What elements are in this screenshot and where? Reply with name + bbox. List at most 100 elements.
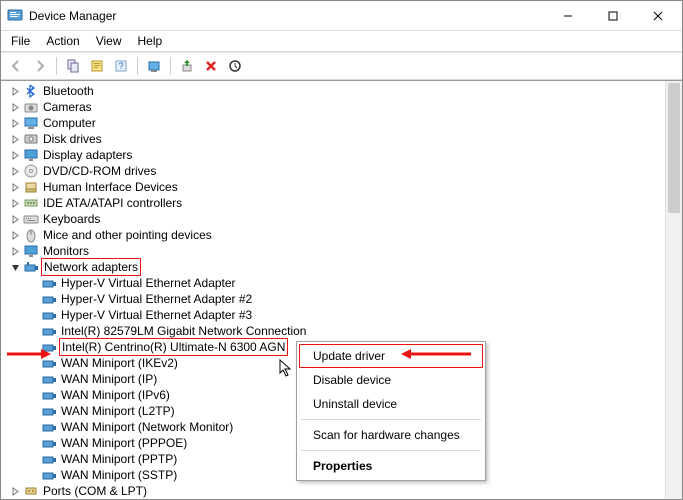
toolbar: ?	[1, 52, 682, 80]
expand-icon[interactable]	[9, 149, 21, 161]
menu-scan-hardware[interactable]: Scan for hardware changes	[299, 423, 483, 447]
ide-icon	[23, 195, 39, 211]
forward-button[interactable]	[29, 55, 51, 77]
network-adapter-icon	[41, 403, 57, 419]
tree-item-adapter[interactable]: Hyper-V Virtual Ethernet Adapter #3	[3, 307, 682, 323]
titlebar: Device Manager	[1, 1, 682, 31]
expand-icon[interactable]	[9, 485, 21, 497]
tree-label: Intel(R) 82579LM Gigabit Network Connect…	[59, 323, 306, 339]
expand-icon[interactable]	[9, 133, 21, 145]
tree-label: Ports (COM & LPT)	[41, 483, 147, 499]
network-adapter-icon	[41, 435, 57, 451]
tree-item-computer[interactable]: Computer	[3, 115, 682, 131]
menu-properties[interactable]: Properties	[299, 454, 483, 478]
tree-label: WAN Miniport (IP)	[59, 371, 157, 387]
tree-item-network-adapters[interactable]: Network adapters	[3, 259, 682, 275]
tree-item-adapter[interactable]: Intel(R) 82579LM Gigabit Network Connect…	[3, 323, 682, 339]
tree-item-mice[interactable]: Mice and other pointing devices	[3, 227, 682, 243]
tree-item-dvd[interactable]: DVD/CD-ROM drives	[3, 163, 682, 179]
properties-button[interactable]	[143, 55, 165, 77]
tree-item-hid[interactable]: Human Interface Devices	[3, 179, 682, 195]
bluetooth-icon	[23, 83, 39, 99]
port-icon	[23, 483, 39, 499]
network-adapter-icon	[41, 355, 57, 371]
expand-icon[interactable]	[9, 181, 21, 193]
tree-label: Mice and other pointing devices	[41, 227, 212, 243]
network-adapter-icon	[41, 371, 57, 387]
dvd-icon	[23, 163, 39, 179]
maximize-button[interactable]	[590, 2, 635, 30]
expand-icon[interactable]	[9, 117, 21, 129]
monitor-icon	[23, 243, 39, 259]
back-button[interactable]	[5, 55, 27, 77]
update-driver-button[interactable]	[176, 55, 198, 77]
tree-item-keyboards[interactable]: Keyboards	[3, 211, 682, 227]
tree-item-bluetooth[interactable]: Bluetooth	[3, 83, 682, 99]
network-adapter-icon	[41, 451, 57, 467]
tree-label: Hyper-V Virtual Ethernet Adapter	[59, 275, 236, 291]
network-adapter-icon	[41, 467, 57, 483]
tree-label: WAN Miniport (PPTP)	[59, 451, 177, 467]
menu-help[interactable]: Help	[130, 32, 171, 50]
network-adapter-icon	[41, 323, 57, 339]
tree-label: Keyboards	[41, 211, 100, 227]
tree-label: Human Interface Devices	[41, 179, 178, 195]
menu-file[interactable]: File	[3, 32, 38, 50]
tree-label: Hyper-V Virtual Ethernet Adapter #2	[59, 291, 252, 307]
tree-label: Cameras	[41, 99, 92, 115]
tree-item-display[interactable]: Display adapters	[3, 147, 682, 163]
menu-action[interactable]: Action	[38, 32, 87, 50]
tree-label: Computer	[41, 115, 96, 131]
network-adapter-icon	[41, 339, 57, 355]
menu-disable-device[interactable]: Disable device	[299, 368, 483, 392]
hid-icon	[23, 179, 39, 195]
menu-view[interactable]: View	[88, 32, 130, 50]
mouse-icon	[23, 227, 39, 243]
expand-icon[interactable]	[9, 245, 21, 257]
expand-icon[interactable]	[9, 101, 21, 113]
show-hidden-button[interactable]	[62, 55, 84, 77]
scrollbar-thumb[interactable]	[668, 83, 680, 213]
network-adapter-icon	[41, 275, 57, 291]
vertical-scrollbar[interactable]	[665, 81, 682, 499]
close-button[interactable]	[635, 2, 680, 30]
tree-label: DVD/CD-ROM drives	[41, 163, 156, 179]
uninstall-button[interactable]	[200, 55, 222, 77]
tree-label: Intel(R) Centrino(R) Ultimate-N 6300 AGN	[59, 338, 288, 356]
network-adapter-icon	[23, 259, 39, 275]
expand-icon[interactable]	[9, 85, 21, 97]
tree-label: IDE ATA/ATAPI controllers	[41, 195, 182, 211]
expand-icon[interactable]	[9, 229, 21, 241]
collapse-icon[interactable]	[9, 261, 21, 273]
expand-icon[interactable]	[9, 197, 21, 209]
network-adapter-icon	[41, 387, 57, 403]
tree-label: Disk drives	[41, 131, 102, 147]
tree-item-ports[interactable]: Ports (COM & LPT)	[3, 483, 682, 499]
menu-separator	[301, 450, 481, 451]
tree-label: Display adapters	[41, 147, 132, 163]
display-icon	[23, 147, 39, 163]
app-icon	[7, 8, 23, 24]
tree-label: Bluetooth	[41, 83, 94, 99]
scan-hardware-button[interactable]	[224, 55, 246, 77]
menu-uninstall-device[interactable]: Uninstall device	[299, 392, 483, 416]
tree-item-disk[interactable]: Disk drives	[3, 131, 682, 147]
action-icon-button[interactable]	[86, 55, 108, 77]
tree-label: WAN Miniport (SSTP)	[59, 467, 177, 483]
tree-item-adapter[interactable]: Hyper-V Virtual Ethernet Adapter #2	[3, 291, 682, 307]
tree-item-cameras[interactable]: Cameras	[3, 99, 682, 115]
tree-item-adapter[interactable]: Hyper-V Virtual Ethernet Adapter	[3, 275, 682, 291]
window-title: Device Manager	[29, 9, 545, 23]
tree-label: Monitors	[41, 243, 89, 259]
tree-label: WAN Miniport (IKEv2)	[59, 355, 178, 371]
expand-icon[interactable]	[9, 165, 21, 177]
minimize-button[interactable]	[545, 2, 590, 30]
tree-item-monitors[interactable]: Monitors	[3, 243, 682, 259]
tree-item-ide[interactable]: IDE ATA/ATAPI controllers	[3, 195, 682, 211]
network-adapter-icon	[41, 307, 57, 323]
disk-icon	[23, 131, 39, 147]
expand-icon[interactable]	[9, 213, 21, 225]
help-icon-button[interactable]: ?	[110, 55, 132, 77]
tree-label: WAN Miniport (Network Monitor)	[59, 419, 233, 435]
menubar: File Action View Help	[1, 31, 682, 51]
